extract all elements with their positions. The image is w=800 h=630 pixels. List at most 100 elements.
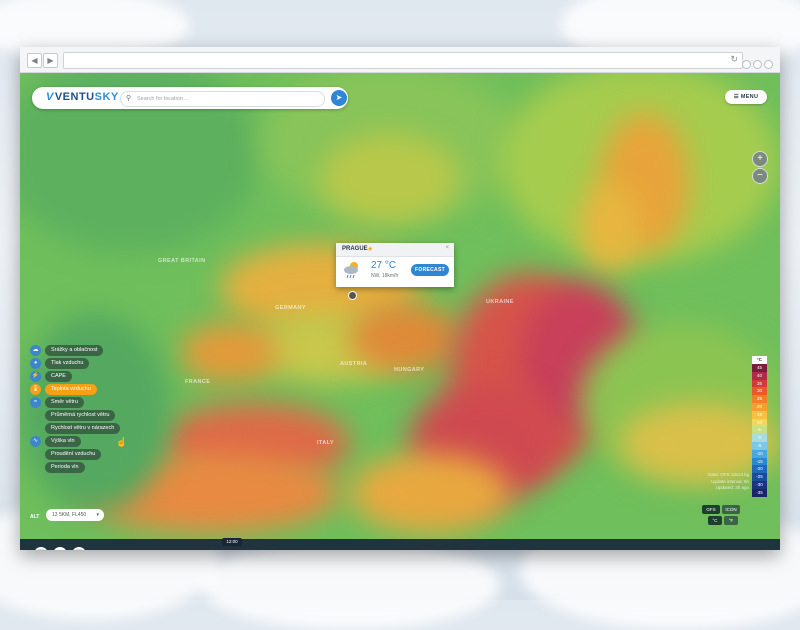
browser-window: ◀ ▶ ↻ GREAT BRITAIN GERMANY FRANCE AUSTR… bbox=[20, 47, 780, 550]
rewind-button[interactable]: ⏪ bbox=[34, 547, 48, 550]
window-control-dot[interactable] bbox=[753, 60, 762, 69]
legend-cell: -15 bbox=[752, 457, 767, 466]
model-icon-button[interactable]: ICON bbox=[722, 505, 740, 514]
zoom-out-button[interactable]: − bbox=[752, 168, 768, 184]
chevron-right-icon: ▶ bbox=[47, 56, 54, 65]
legend-cell: 30 bbox=[752, 387, 767, 396]
fast-forward-button[interactable]: ⏩ bbox=[72, 547, 86, 550]
logo-mark-icon: V bbox=[46, 91, 54, 103]
altitude-select[interactable]: 13 5KM, FL450 ▾ bbox=[46, 509, 104, 521]
logo-text-prefix: VENTU bbox=[54, 91, 95, 103]
location-arrow-icon: ➤ bbox=[335, 93, 343, 102]
layer-label: Směr větru bbox=[45, 397, 84, 408]
legend-cell: 20 bbox=[752, 402, 767, 411]
hamburger-icon: ☰ bbox=[733, 94, 739, 100]
close-icon[interactable]: × bbox=[445, 245, 449, 251]
cloud bbox=[200, 540, 500, 630]
data-info-line: Updated: 3h ago bbox=[715, 485, 749, 490]
legend-cell: -25 bbox=[752, 473, 767, 481]
browser-chrome: ◀ ▶ ↻ bbox=[20, 47, 780, 73]
legend-unit: °C bbox=[752, 356, 767, 364]
temperature-area bbox=[580, 183, 640, 273]
country-label-germany: GERMANY bbox=[275, 305, 306, 311]
legend-cell: 10 bbox=[752, 418, 767, 427]
weather-map[interactable]: GREAT BRITAIN GERMANY FRANCE AUSTRIA HUN… bbox=[20, 73, 780, 550]
legend-cell: 25 bbox=[752, 395, 767, 403]
popup-city: PRAGUE bbox=[342, 246, 368, 252]
legend-cell: -20 bbox=[752, 465, 767, 474]
search-input[interactable]: ⚲ Search for location ... bbox=[120, 91, 325, 107]
popup-header: PRAGUE ★ × bbox=[336, 243, 454, 257]
layer-label: Průměrná rychlost větru bbox=[45, 410, 116, 421]
cloud-rain-icon bbox=[344, 262, 358, 279]
legend-cell: 40 bbox=[752, 371, 767, 380]
cursor-hand-icon: ☝ bbox=[116, 437, 128, 447]
temperature-legend: °C 45 40 35 30 25 20 15 10 5 0 -5 -10 -15 -20 -25 -30 -3… bbox=[752, 356, 767, 497]
layer-label: CAPE bbox=[45, 371, 72, 382]
legend-cell: 0 bbox=[752, 434, 767, 442]
current-time-badge[interactable]: 12:00 bbox=[222, 538, 242, 546]
layer-label: Perioda vln bbox=[45, 462, 85, 473]
favorite-star-icon[interactable]: ★ bbox=[367, 245, 373, 253]
address-bar[interactable]: ↻ bbox=[63, 52, 743, 69]
layer-label: Proudění vzduchu bbox=[45, 449, 102, 460]
logo-text-suffix: SKY bbox=[94, 91, 119, 103]
popup-wind: NW, 18km/h bbox=[371, 273, 399, 279]
model-gfs-button[interactable]: GFS bbox=[702, 505, 720, 514]
country-label-ukraine: UKRAINE bbox=[486, 299, 514, 305]
play-button[interactable]: ▶ bbox=[53, 547, 67, 550]
temperature-area bbox=[180, 323, 280, 383]
minus-icon: − bbox=[757, 170, 763, 181]
country-label-great-britain: GREAT BRITAIN bbox=[158, 258, 206, 264]
window-control-dot[interactable] bbox=[764, 60, 773, 69]
legend-cell: 15 bbox=[752, 410, 767, 419]
unit-celsius-button[interactable]: °C bbox=[708, 516, 722, 525]
layer-label: Srážky a oblačnost bbox=[45, 345, 104, 356]
layer-label: Teplota vzduchu bbox=[45, 384, 97, 395]
window-control-dot[interactable] bbox=[742, 60, 751, 69]
layer-label: Rychlost větru v nárazech bbox=[45, 423, 121, 434]
popup-temperature: 27 °C bbox=[371, 260, 397, 271]
logo-search-bar: VVENTUSKY ⚲ Search for location ... ➤ bbox=[32, 87, 348, 109]
chevron-left-icon: ◀ bbox=[31, 56, 38, 65]
locate-button[interactable]: ➤ bbox=[331, 90, 347, 106]
lightning-icon: ⚡ bbox=[30, 371, 41, 382]
altitude-value: 13 5KM, FL450 bbox=[52, 512, 87, 518]
legend-cell: 5 bbox=[752, 426, 767, 435]
country-label-france: FRANCE bbox=[185, 379, 211, 385]
location-pin-icon[interactable] bbox=[348, 291, 357, 300]
thermometer-icon: 🌡 bbox=[30, 384, 41, 395]
pressure-icon: ◕ bbox=[30, 358, 41, 369]
legend-cell: -35 bbox=[752, 488, 767, 497]
unit-fahrenheit-button[interactable]: °F bbox=[724, 516, 738, 525]
forward-button[interactable]: ▶ bbox=[43, 53, 58, 68]
rain-cloud-icon: ☁ bbox=[30, 345, 41, 356]
altitude-label: ALT bbox=[30, 514, 40, 520]
legend-cell: 45 bbox=[752, 364, 767, 372]
plus-icon: + bbox=[757, 153, 763, 164]
ventusky-logo[interactable]: VVENTUSKY bbox=[46, 91, 119, 103]
legend-cell: -5 bbox=[752, 441, 767, 450]
country-label-austria: AUSTRIA bbox=[340, 361, 368, 367]
search-icon: ⚲ bbox=[126, 95, 132, 102]
menu-label: MENU bbox=[740, 94, 759, 100]
legend-cell: -10 bbox=[752, 449, 767, 458]
layer-label: Výška vln bbox=[45, 436, 81, 447]
forecast-button[interactable]: FORECAST bbox=[411, 264, 449, 276]
search-placeholder: Search for location ... bbox=[137, 96, 189, 102]
menu-button[interactable]: ☰ MENU bbox=[725, 90, 767, 104]
legend-cell: -30 bbox=[752, 480, 767, 489]
country-label-italy: ITALY bbox=[317, 440, 334, 446]
reload-icon[interactable]: ↻ bbox=[730, 54, 738, 65]
timeline-bar: ⏪ ▶ ⏩ 12:00 TODAY - 10.07.201511.07.2015… bbox=[20, 538, 780, 550]
back-button[interactable]: ◀ bbox=[27, 53, 42, 68]
wind-icon: ≈ bbox=[30, 397, 41, 408]
temperature-area bbox=[350, 453, 510, 533]
chevron-down-icon: ▾ bbox=[96, 512, 99, 518]
temperature-area bbox=[320, 133, 460, 223]
location-popup: PRAGUE ★ × 27 °C NW, 18km/h FORECAST bbox=[336, 243, 454, 287]
country-label-hungary: HUNGARY bbox=[394, 367, 425, 373]
wave-icon: ∿ bbox=[30, 436, 41, 447]
zoom-in-button[interactable]: + bbox=[752, 151, 768, 167]
window-controls bbox=[740, 56, 773, 74]
